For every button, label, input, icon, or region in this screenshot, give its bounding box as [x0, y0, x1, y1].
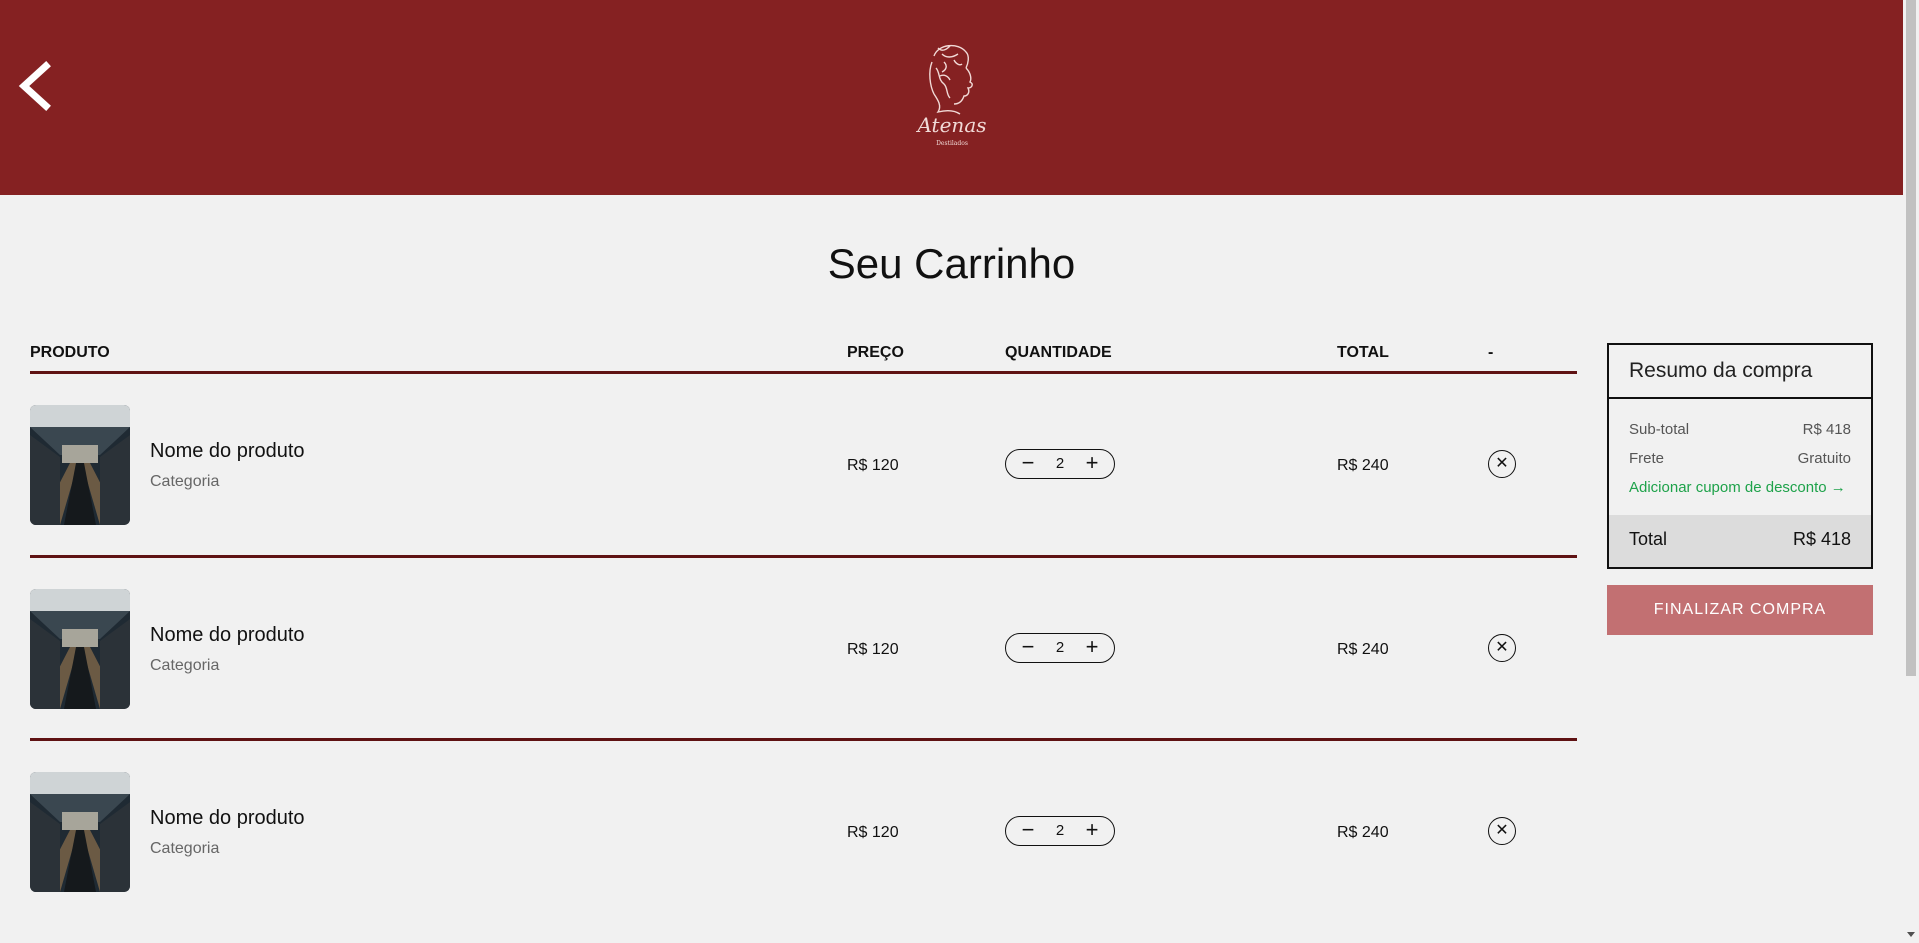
product-category: Categoria	[150, 473, 220, 490]
column-header-product: PRODUTO	[30, 344, 110, 361]
product-name[interactable]: Nome do produto	[150, 624, 305, 647]
product-price: R$ 120	[847, 824, 899, 841]
quantity-stepper: − 2 +	[1005, 449, 1115, 479]
athena-logo-icon: Atenas Destilados	[915, 45, 987, 147]
product-image[interactable]	[30, 589, 130, 709]
total-label: Total	[1629, 529, 1668, 549]
column-header-total: TOTAL	[1337, 344, 1389, 361]
brand-logo[interactable]: Atenas Destilados	[915, 38, 988, 150]
column-header-price: PREÇO	[847, 344, 904, 361]
cart-page: Atenas Destilados Seu Carrinho PRODUTO P…	[0, 0, 1903, 943]
increase-quantity-button[interactable]: +	[1076, 450, 1108, 477]
add-coupon-link[interactable]: Adicionar cupom de desconto →	[1629, 479, 1846, 496]
table-row: Nome do produto Categoria R$ 120 − 2 + R…	[0, 558, 1580, 738]
increase-quantity-button[interactable]: +	[1076, 634, 1108, 661]
product-category: Categoria	[150, 840, 220, 857]
svg-text:Atenas: Atenas	[916, 113, 987, 137]
back-button[interactable]	[14, 58, 58, 114]
product-price: R$ 120	[847, 457, 899, 474]
checkout-button[interactable]: FINALIZAR COMPRA	[1607, 585, 1873, 635]
site-header: Atenas Destilados	[0, 0, 1903, 195]
page-title: Seu Carrinho	[827, 240, 1076, 287]
product-price: R$ 120	[847, 641, 899, 658]
summary-title: Resumo da compra	[1629, 359, 1813, 382]
table-row: Nome do produto Categoria R$ 120 − 2 + R…	[0, 374, 1580, 554]
remove-item-button[interactable]: ✕	[1488, 817, 1516, 845]
quantity-stepper: − 2 +	[1005, 816, 1115, 846]
vertical-scrollbar[interactable]	[1903, 0, 1919, 943]
remove-item-button[interactable]: ✕	[1488, 634, 1516, 662]
product-image[interactable]	[30, 405, 130, 525]
escalator-image-icon	[30, 405, 130, 525]
product-total: R$ 240	[1337, 824, 1389, 841]
escalator-image-icon	[30, 589, 130, 709]
chevron-left-icon	[18, 61, 51, 111]
quantity-value[interactable]: 2	[1042, 817, 1078, 845]
quantity-value[interactable]: 2	[1042, 634, 1078, 662]
product-image[interactable]	[30, 772, 130, 892]
shipping-label: Frete	[1629, 450, 1665, 467]
scrollbar-thumb[interactable]	[1906, 0, 1916, 676]
subtotal-label: Sub-total	[1629, 421, 1690, 438]
column-header-remove: -	[1488, 344, 1494, 361]
summary-divider	[1609, 397, 1871, 399]
remove-item-button[interactable]: ✕	[1488, 450, 1516, 478]
product-total: R$ 240	[1337, 457, 1389, 474]
product-name[interactable]: Nome do produto	[150, 440, 305, 463]
product-name[interactable]: Nome do produto	[150, 807, 305, 830]
escalator-image-icon	[30, 772, 130, 892]
shipping-value: Gratuito	[1797, 450, 1851, 467]
decrease-quantity-button[interactable]: −	[1012, 634, 1044, 661]
table-row: Nome do produto Categoria R$ 120 − 2 + R…	[0, 741, 1580, 921]
total-value: R$ 418	[1792, 529, 1851, 549]
svg-text:Destilados: Destilados	[936, 140, 968, 147]
increase-quantity-button[interactable]: +	[1076, 817, 1108, 844]
product-category: Categoria	[150, 657, 220, 674]
subtotal-value: R$ 418	[1802, 421, 1851, 438]
decrease-quantity-button[interactable]: −	[1012, 817, 1044, 844]
product-total: R$ 240	[1337, 641, 1389, 658]
column-header-quantity: QUANTIDADE	[1005, 344, 1112, 361]
summary-total-row: Total R$ 418	[1609, 515, 1871, 567]
scroll-down-arrow-icon[interactable]	[1907, 932, 1915, 937]
quantity-stepper: − 2 +	[1005, 633, 1115, 663]
decrease-quantity-button[interactable]: −	[1012, 450, 1044, 477]
quantity-value[interactable]: 2	[1042, 450, 1078, 478]
order-summary: Resumo da compra Sub-total R$ 418 Frete …	[1607, 343, 1873, 569]
